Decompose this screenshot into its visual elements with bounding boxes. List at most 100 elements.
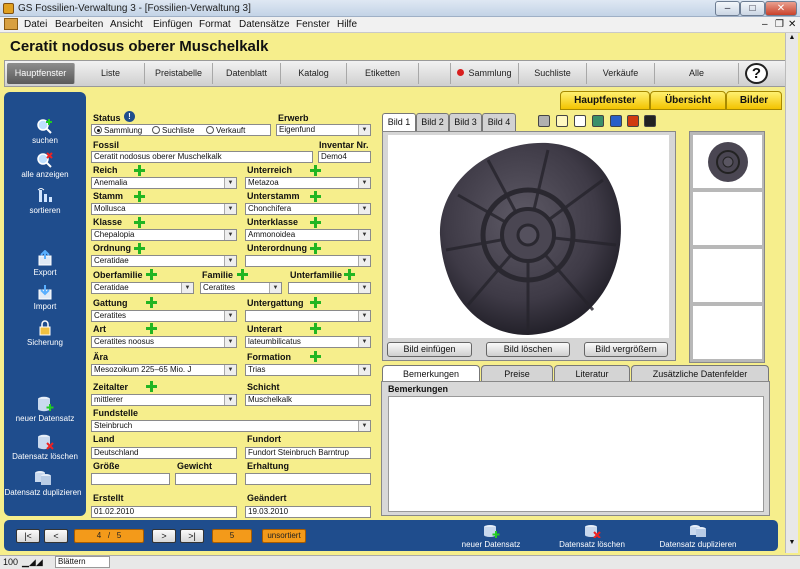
mdi-minimize-button[interactable]: – [762,19,768,30]
help-button[interactable]: ? [745,63,768,84]
menu-hilfe[interactable]: Hilfe [337,19,357,30]
add-gattung-icon[interactable] [146,297,157,308]
unterreich-select[interactable]: Metazoa [245,177,371,189]
menu-datei[interactable]: Datei [24,19,47,30]
sheet-mode-select[interactable]: Blättern [55,556,110,568]
tab-zusaetzliche-datenfelder[interactable]: Zusätzliche Datenfelder [631,365,769,382]
duplicate-record-button[interactable]: Datensatz duplizieren [4,470,82,497]
zeitalter-select[interactable]: mittlerer [91,394,237,406]
vertical-scrollbar[interactable]: ▲ ▼ [785,33,798,553]
add-stamm-icon[interactable] [134,191,145,202]
aera-select[interactable]: Mesozoikum 225–65 Mio. J [91,364,237,376]
scroll-down-icon[interactable]: ▼ [787,539,797,549]
add-klasse-icon[interactable] [134,217,145,228]
prev-record-button[interactable]: < [44,529,68,543]
last-record-button[interactable]: >| [180,529,204,543]
add-reich-icon[interactable] [134,165,145,176]
menu-fenster[interactable]: Fenster [296,19,330,30]
tab-bild-1[interactable]: Bild 1 [382,113,416,131]
sort-button[interactable]: sortieren [4,188,86,215]
maximize-button[interactable]: □ [740,1,765,16]
unterart-select[interactable]: lateumbilicatus [245,336,371,348]
thumbnail-1[interactable] [693,135,762,188]
stamm-select[interactable]: Mollusca [91,203,237,215]
status-radio-sammlung[interactable] [94,126,102,134]
fossil-field[interactable]: Ceratit nodosus oberer Muschelkalk [91,151,313,163]
add-oberfamilie-icon[interactable] [146,269,157,280]
land-field[interactable]: Deutschland [91,447,237,459]
erwerb-select[interactable]: Eigenfund [276,124,371,136]
art-select[interactable]: Ceratites noosus [91,336,237,348]
import-button[interactable]: Import [4,284,86,311]
mdi-restore-button[interactable]: ❐ [775,19,784,30]
tab-bild-4[interactable]: Bild 4 [482,113,516,131]
first-record-button[interactable]: |< [16,529,40,543]
nav-verkaeufe[interactable]: Verkäufe [587,63,655,84]
tab-uebersicht[interactable]: Übersicht [650,91,726,110]
delete-image-button[interactable]: Bild löschen [486,342,570,357]
add-unterstamm-icon[interactable] [310,191,321,202]
status-radio-suchliste[interactable] [152,126,160,134]
next-record-button[interactable]: > [152,529,176,543]
mdi-close-button[interactable]: ✕ [788,19,796,30]
color-swatch[interactable] [556,115,568,127]
add-untergattung-icon[interactable] [310,297,321,308]
ordnung-select[interactable]: Ceratidae [91,255,237,267]
remarks-textarea[interactable] [388,396,764,512]
add-unterklasse-icon[interactable] [310,217,321,228]
schicht-field[interactable]: Muschelkalk [245,394,371,406]
familie-select[interactable]: Ceratites [200,282,282,294]
fundort-field[interactable]: Fundort Steinbruch Barntrup [245,447,371,459]
klasse-select[interactable]: Chepalopia [91,229,237,241]
groesse-field[interactable] [91,473,170,485]
enlarge-image-button[interactable]: Bild vergrößern [584,342,668,357]
thumbnail-3[interactable] [693,249,762,302]
export-button[interactable]: Export [4,250,86,277]
thumbnail-2[interactable] [693,192,762,245]
geaendert-field[interactable]: 19.03.2010 [245,506,371,518]
scroll-up-icon[interactable]: ▲ [787,34,797,44]
unterstamm-select[interactable]: Chonchifera [245,203,371,215]
info-icon[interactable]: ! [124,111,135,122]
fundstelle-select[interactable]: Steinbruch [91,420,371,432]
color-swatch[interactable] [610,115,622,127]
add-zeitalter-icon[interactable] [146,381,157,392]
close-button[interactable]: ✕ [765,1,797,16]
menu-ansicht[interactable]: Ansicht [110,19,143,30]
nav-katalog[interactable]: Katalog [281,63,347,84]
add-formation-icon[interactable] [310,351,321,362]
sort-status[interactable]: unsortiert [262,529,306,543]
bottom-new-record-button[interactable]: neuer Datensatz [456,524,526,549]
view-mode-icons[interactable]: ▁◢◢ [22,557,43,568]
add-familie-icon[interactable] [237,269,248,280]
menu-bearbeiten[interactable]: Bearbeiten [55,19,103,30]
status-radio-verkauft[interactable] [206,126,214,134]
tab-bemerkungen[interactable]: Bemerkungen [382,365,480,382]
add-unterart-icon[interactable] [310,323,321,334]
color-swatch[interactable] [574,115,586,127]
nav-hauptfenster[interactable]: Hauptfenster [7,63,75,84]
show-all-button[interactable]: alle anzeigen [4,152,86,179]
new-record-button[interactable]: neuer Datensatz [4,396,86,423]
color-swatch[interactable] [592,115,604,127]
reich-select[interactable]: Anemalia [91,177,237,189]
unterklasse-select[interactable]: Ammonoidea [245,229,371,241]
menu-format[interactable]: Format [199,19,231,30]
nav-alle[interactable]: Alle [655,63,739,84]
search-button[interactable]: suchen [4,118,86,145]
unterordnung-select[interactable] [245,255,371,267]
menu-einfuegen[interactable]: Einfügen [153,19,192,30]
erstellt-field[interactable]: 01.02.2010 [91,506,237,518]
nav-suchliste[interactable]: Suchliste [519,63,587,84]
menu-datensaetze[interactable]: Datensätze [239,19,290,30]
nav-liste[interactable]: Liste [77,63,145,84]
zoom-level[interactable]: 100 [3,557,18,567]
erhaltung-field[interactable] [245,473,371,485]
minimize-button[interactable]: – [715,1,740,16]
unterfamilie-select[interactable] [288,282,371,294]
delete-record-button[interactable]: Datensatz löschen [4,434,86,461]
nav-datenblatt[interactable]: Datenblatt [213,63,281,84]
gattung-select[interactable]: Ceratites [91,310,237,322]
color-swatch[interactable] [644,115,656,127]
bottom-duplicate-record-button[interactable]: Datensatz duplizieren [648,524,748,549]
